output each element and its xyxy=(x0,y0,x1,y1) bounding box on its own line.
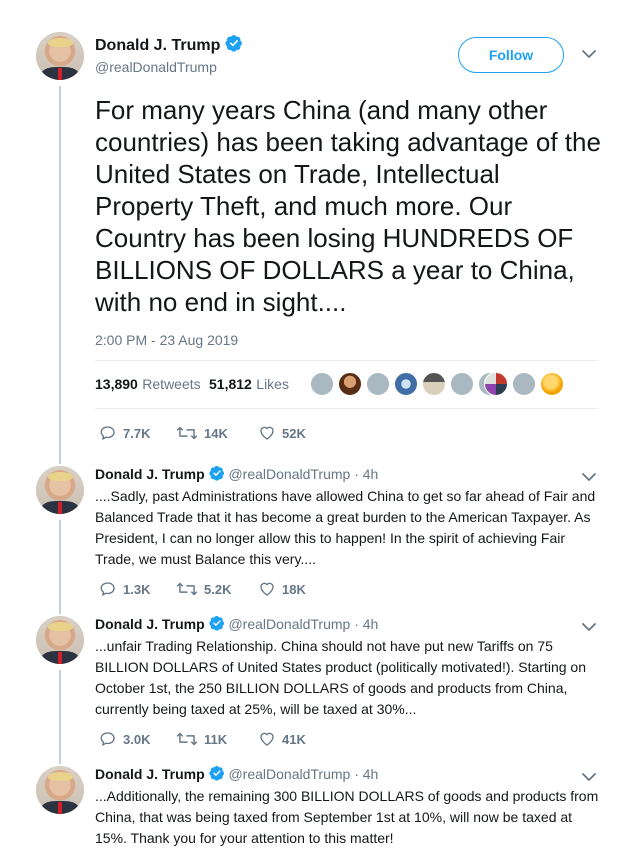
retweet-count: 5.2K xyxy=(204,581,232,597)
verified-icon xyxy=(208,466,224,481)
thread-line-reply-2 xyxy=(59,670,61,764)
retweets-count: 13,890 xyxy=(95,376,138,392)
tweet-timestamp[interactable]: 2:00 PM - 23 Aug 2019 xyxy=(95,332,238,348)
caret-down-icon[interactable] xyxy=(581,48,597,60)
author-handle[interactable]: @realDonaldTrump xyxy=(228,466,350,482)
follow-button[interactable]: Follow xyxy=(458,37,564,73)
reply-text: ....Sadly, past Administrations have all… xyxy=(95,488,596,567)
author-name[interactable]: Donald J. Trump xyxy=(95,466,205,482)
liker-avatar[interactable] xyxy=(450,372,474,396)
liker-avatar[interactable] xyxy=(540,372,564,396)
reply-button[interactable]: 3.0K xyxy=(99,730,150,748)
liker-avatar[interactable] xyxy=(484,372,508,396)
reply-text: ...unfair Trading Relationship. China sh… xyxy=(95,638,587,717)
like-button[interactable]: 41K xyxy=(258,730,306,748)
divider xyxy=(95,360,597,361)
retweet-icon xyxy=(176,426,198,440)
author-row: Donald J. Trump xyxy=(95,34,243,55)
like-icon xyxy=(260,732,274,746)
caret-down-icon[interactable] xyxy=(581,771,597,783)
verified-icon xyxy=(208,616,224,631)
retweet-count: 11K xyxy=(204,731,228,747)
thread-line-reply-1 xyxy=(59,520,61,614)
verified-icon xyxy=(225,35,242,52)
reply-icon xyxy=(100,582,115,596)
reply-count: 7.7K xyxy=(123,425,151,441)
reply-icon xyxy=(100,426,115,440)
reply-header: Donald J. Trump @realDonaldTrump · 4h xyxy=(95,465,378,482)
liker-avatar[interactable] xyxy=(338,372,362,396)
thread-line-main xyxy=(59,86,61,464)
caret-down-icon[interactable] xyxy=(581,471,597,483)
reply-header: Donald J. Trump @realDonaldTrump · 4h xyxy=(95,765,378,782)
retweet-icon xyxy=(176,582,198,596)
likes-count: 51,812 xyxy=(209,376,252,392)
author-handle[interactable]: @realDonaldTrump xyxy=(95,59,217,75)
like-icon xyxy=(260,582,274,596)
like-count: 41K xyxy=(282,731,306,747)
liker-avatar[interactable] xyxy=(366,372,390,396)
verified-icon xyxy=(208,766,224,781)
reply-time[interactable]: · 4h xyxy=(354,616,378,632)
reply-button[interactable]: 1.3K xyxy=(99,580,150,598)
retweet-count: 14K xyxy=(204,425,228,441)
likes-label: Likes xyxy=(256,376,289,392)
author-name[interactable]: Donald J. Trump xyxy=(95,37,220,54)
author-handle[interactable]: @realDonaldTrump xyxy=(228,766,350,782)
avatar[interactable] xyxy=(36,616,84,664)
like-count: 18K xyxy=(282,581,306,597)
reply-text: ...Additionally, the remaining 300 BILLI… xyxy=(95,788,599,846)
avatar[interactable] xyxy=(36,766,84,814)
reply-header: Donald J. Trump @realDonaldTrump · 4h xyxy=(95,615,378,632)
retweet-button[interactable]: 11K xyxy=(176,730,227,748)
retweet-button[interactable]: 5.2K xyxy=(176,580,231,598)
reply-button[interactable]: 7.7K xyxy=(99,424,150,442)
liker-avatar[interactable] xyxy=(310,372,334,396)
author-name[interactable]: Donald J. Trump xyxy=(95,766,205,782)
avatar[interactable] xyxy=(36,32,84,80)
retweets-label: Retweets xyxy=(142,376,201,392)
author-name[interactable]: Donald J. Trump xyxy=(95,616,205,632)
like-button[interactable]: 18K xyxy=(258,580,306,598)
author-handle[interactable]: @realDonaldTrump xyxy=(228,616,350,632)
reply-time[interactable]: · 4h xyxy=(354,466,378,482)
liker-avatar[interactable] xyxy=(394,372,418,396)
liker-avatar[interactable] xyxy=(422,372,446,396)
like-count: 52K xyxy=(282,425,306,441)
retweet-icon xyxy=(176,732,198,746)
like-icon xyxy=(260,426,274,440)
avatar[interactable] xyxy=(36,466,84,514)
reply-count: 3.0K xyxy=(123,731,151,747)
like-button[interactable]: 52K xyxy=(258,424,306,442)
reply-time[interactable]: · 4h xyxy=(354,766,378,782)
divider xyxy=(95,408,597,409)
retweet-button[interactable]: 14K xyxy=(176,424,228,442)
reply-count: 1.3K xyxy=(123,581,151,597)
retweets-stat[interactable]: 13,890 Retweets xyxy=(95,376,201,394)
caret-down-icon[interactable] xyxy=(581,621,597,633)
liker-avatar[interactable] xyxy=(512,372,536,396)
reply-icon xyxy=(100,732,115,746)
likes-stat[interactable]: 51,812 Likes xyxy=(209,376,289,394)
tweet-text: For many years China (and many other cou… xyxy=(95,95,601,317)
